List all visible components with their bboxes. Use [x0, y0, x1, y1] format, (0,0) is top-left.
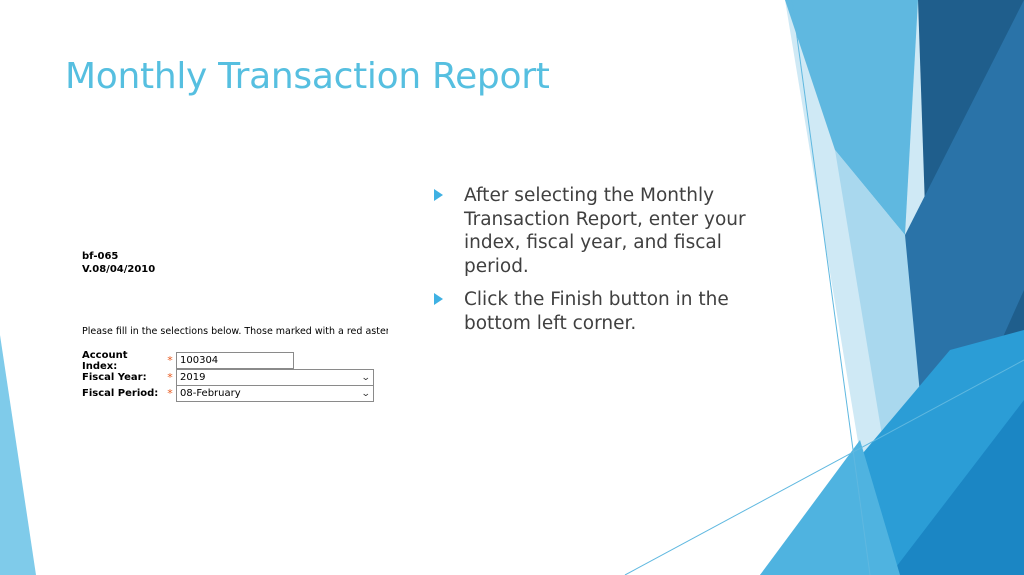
fiscal-year-select[interactable]: 2019 ⌄ [176, 369, 374, 386]
bullet-arrow-icon [434, 189, 443, 201]
account-index-row: Account Index: * 100304 [82, 350, 294, 372]
account-index-input[interactable]: 100304 [176, 352, 294, 369]
bullet-item: After selecting the Monthly Transaction … [434, 184, 764, 278]
fiscal-period-value: 08-February [180, 388, 241, 399]
chevron-down-icon: ⌄ [361, 388, 372, 399]
fiscal-period-row: Fiscal Period: * 08-February ⌄ [82, 385, 374, 402]
bullet-text: After selecting the Monthly Transaction … [464, 185, 746, 277]
form-version: V.08/04/2010 [82, 264, 156, 275]
fiscal-year-value: 2019 [180, 372, 206, 383]
fiscal-period-label: Fiscal Period: [82, 388, 159, 399]
form-screenshot: bf-065 V.08/04/2010 Please fill in the s… [78, 246, 390, 406]
bullet-item: Click the Finish button in the bottom le… [434, 288, 764, 335]
form-id: bf-065 [82, 251, 119, 262]
fiscal-year-row: Fiscal Year: * 2019 ⌄ [82, 369, 374, 386]
left-accent-shape [0, 335, 36, 575]
form-instructions: Please fill in the selections below. Tho… [82, 326, 388, 337]
required-star: * [167, 354, 173, 367]
form-id-block: bf-065 V.08/04/2010 [82, 250, 155, 276]
bullet-list: After selecting the Monthly Transaction … [434, 184, 764, 345]
fiscal-year-label: Fiscal Year: [82, 372, 147, 383]
chevron-down-icon: ⌄ [361, 372, 372, 383]
bullet-text: Click the Finish button in the bottom le… [464, 289, 729, 334]
slide-title: Monthly Transaction Report [65, 56, 550, 97]
bullet-arrow-icon [434, 293, 443, 305]
required-star: * [167, 387, 173, 400]
required-star: * [167, 371, 173, 384]
fiscal-period-select[interactable]: 08-February ⌄ [176, 385, 374, 402]
